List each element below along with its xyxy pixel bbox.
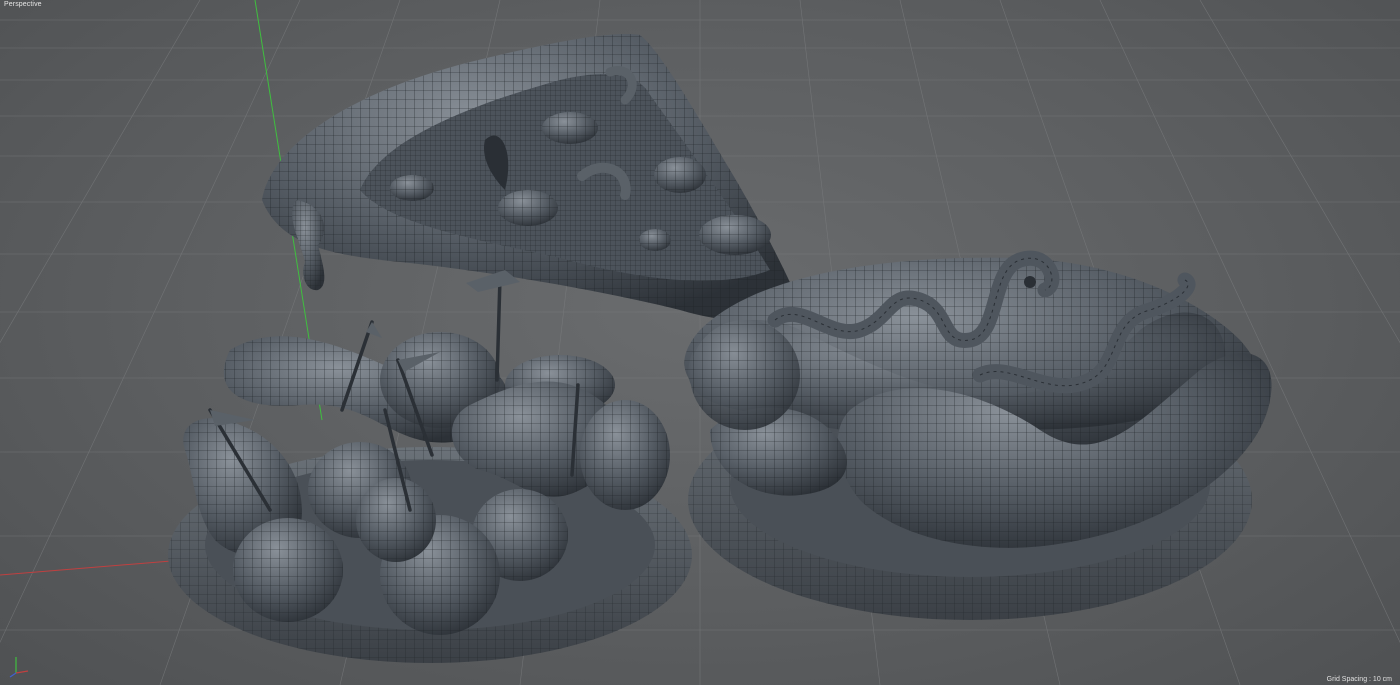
- viewport-view-name[interactable]: Perspective: [2, 1, 44, 8]
- fruit-plate-mesh[interactable]: [168, 270, 692, 663]
- viewport-3d[interactable]: Perspective Grid Spacing : 10 cm: [0, 0, 1400, 685]
- axis-gizmo-icon: [9, 657, 29, 678]
- grid-spacing-readout: Grid Spacing : 10 cm: [1326, 676, 1392, 683]
- hotdog-plate-mesh[interactable]: [684, 250, 1272, 620]
- pizza-slice-mesh[interactable]: [262, 34, 800, 321]
- scene-canvas[interactable]: [0, 0, 1400, 685]
